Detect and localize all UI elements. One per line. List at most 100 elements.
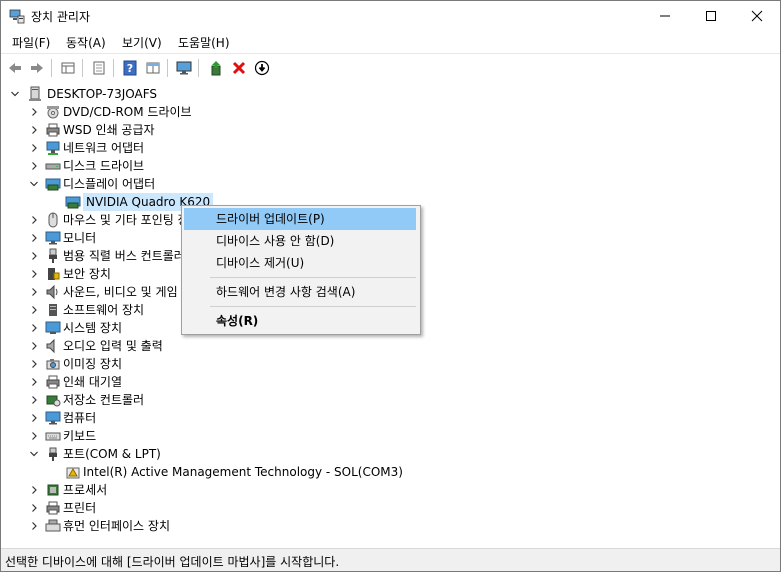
chevron-right-icon[interactable] — [28, 337, 40, 355]
help-button[interactable]: ? — [120, 58, 140, 78]
toolbar-separator — [198, 59, 199, 77]
context-menu-separator — [210, 306, 416, 307]
chevron-right-icon[interactable] — [28, 517, 40, 535]
view-button[interactable] — [143, 58, 163, 78]
context-update-driver[interactable]: 드라이버 업데이트(P) — [184, 208, 416, 230]
print-icon — [93, 61, 105, 75]
chevron-right-icon[interactable] — [28, 373, 40, 391]
tree-category-item[interactable]: 저장소 컨트롤러 — [1, 391, 780, 409]
chevron-right-icon[interactable] — [28, 301, 40, 319]
tree-category-item[interactable]: 휴먼 인터페이스 장치 — [1, 517, 780, 535]
tree-item-label: WSD 인쇄 공급자 — [63, 123, 155, 137]
close-button[interactable] — [734, 1, 780, 31]
menu-action[interactable]: 동작(A) — [64, 34, 108, 51]
tree-category-item[interactable]: 컴퓨터 — [1, 409, 780, 427]
chevron-right-icon[interactable] — [28, 121, 40, 139]
tree-item-label: 디스크 드라이브 — [63, 159, 145, 173]
tree-item-label: 시스템 장치 — [63, 321, 123, 335]
chevron-right-icon[interactable] — [28, 499, 40, 517]
tree-category-item[interactable]: WSD 인쇄 공급자 — [1, 121, 780, 139]
back-button[interactable] — [5, 58, 25, 78]
context-disable-device[interactable]: 디바이스 사용 안 함(D) — [184, 230, 416, 252]
uninstall-device-button[interactable] — [229, 58, 249, 78]
context-uninstall-device-label: 디바이스 제거(U) — [216, 256, 305, 270]
tree-category-item[interactable]: 디스크 드라이브 — [1, 157, 780, 175]
menu-file[interactable]: 파일(F) — [10, 34, 52, 51]
keyboard-icon — [45, 432, 61, 441]
chevron-right-icon[interactable] — [28, 481, 40, 499]
chevron-down-icon[interactable] — [28, 445, 40, 463]
chevron-down-icon[interactable] — [28, 175, 40, 193]
tree-item-label: 포트(COM & LPT) — [63, 447, 161, 461]
toolbar-separator — [113, 59, 114, 77]
tree-category-item[interactable]: DVD/CD-ROM 드라이브 — [1, 103, 780, 121]
tree-category-item[interactable]: 디스플레이 어댑터 — [1, 175, 780, 193]
forward-button[interactable] — [27, 58, 47, 78]
chevron-right-icon[interactable] — [28, 427, 40, 445]
display-adapter-icon — [45, 178, 61, 191]
tree-root[interactable]: DESKTOP-73JOAFS — [1, 85, 780, 103]
menu-view[interactable]: 보기(V) — [120, 34, 164, 51]
chevron-right-icon[interactable] — [28, 409, 40, 427]
chevron-right-icon[interactable] — [28, 283, 40, 301]
tree-category-item[interactable]: 프린터 — [1, 499, 780, 517]
context-update-driver-label: 드라이버 업데이트(P) — [216, 212, 325, 226]
hid-icon — [45, 519, 61, 532]
chevron-right-icon[interactable] — [28, 319, 40, 337]
update-driver-button[interactable] — [206, 58, 226, 78]
tree-item-label: 이미징 장치 — [63, 357, 123, 371]
port-icon — [49, 447, 57, 461]
toolbar: ? — [1, 53, 780, 83]
disable-device-button[interactable] — [252, 58, 272, 78]
tree-category-item[interactable]: 포트(COM & LPT) — [1, 445, 780, 463]
tree-item-label: 범용 직렬 버스 컨트롤러 — [63, 249, 185, 263]
disk-icon — [45, 163, 61, 170]
chevron-right-icon[interactable] — [28, 211, 40, 229]
audio-icon — [46, 338, 55, 354]
tree-item-label: 네트워크 어댑터 — [63, 141, 145, 155]
chevron-right-icon[interactable] — [28, 103, 40, 121]
tree-item-label: Intel(R) Active Management Technology - … — [83, 465, 403, 479]
help-icon: ? — [123, 60, 137, 76]
tree-category-item[interactable]: 네트워크 어댑터 — [1, 139, 780, 157]
tree-root-label: DESKTOP-73JOAFS — [47, 87, 158, 101]
maximize-button[interactable] — [688, 1, 734, 31]
tree-category-item[interactable]: 프로세서 — [1, 481, 780, 499]
chevron-right-icon[interactable] — [28, 265, 40, 283]
computer-icon — [29, 86, 41, 101]
context-disable-device-label: 디바이스 사용 안 함(D) — [216, 234, 335, 248]
tree-item-label: 디스플레이 어댑터 — [63, 177, 156, 191]
scan-hardware-button[interactable] — [174, 58, 194, 78]
tree-category-item[interactable]: 오디오 입력 및 출력 — [1, 337, 780, 355]
tree-category-item[interactable]: 이미징 장치 — [1, 355, 780, 373]
status-text: 선택한 디바이스에 대해 [드라이버 업데이트 마법사]를 시작합니다. — [5, 555, 340, 569]
chevron-right-icon[interactable] — [28, 157, 40, 175]
svg-text:?: ? — [127, 62, 133, 75]
chevron-right-icon[interactable] — [28, 247, 40, 265]
context-scan-hardware[interactable]: 하드웨어 변경 사항 검색(A) — [184, 281, 416, 303]
print-button[interactable] — [89, 58, 109, 78]
display-adapter-icon — [65, 196, 81, 209]
minimize-button[interactable] — [642, 1, 688, 31]
context-properties[interactable]: 속성(R) — [184, 310, 416, 332]
toolbar-separator — [167, 59, 168, 77]
printer-icon — [46, 123, 60, 137]
chevron-right-icon[interactable] — [28, 139, 40, 157]
tree-category-item[interactable]: 키보드 — [1, 427, 780, 445]
chevron-right-icon[interactable] — [28, 355, 40, 373]
disable-icon — [254, 60, 270, 76]
properties-grid-icon — [61, 62, 75, 74]
chevron-right-icon[interactable] — [28, 391, 40, 409]
menu-help[interactable]: 도움말(H) — [176, 34, 232, 51]
tree-item-label: 키보드 — [63, 429, 97, 443]
tree-item-label: 모니터 — [63, 231, 97, 245]
chevron-right-icon[interactable] — [28, 229, 40, 247]
tree-item-label: DVD/CD-ROM 드라이브 — [63, 105, 192, 119]
show-hide-console-tree-button[interactable] — [58, 58, 78, 78]
tree-category-item[interactable]: 인쇄 대기열 — [1, 373, 780, 391]
view-grid-icon — [146, 62, 160, 74]
chevron-down-icon[interactable] — [9, 85, 21, 103]
printer-icon — [46, 375, 60, 389]
tree-device-item[interactable]: Intel(R) Active Management Technology - … — [1, 463, 780, 481]
context-uninstall-device[interactable]: 디바이스 제거(U) — [184, 252, 416, 274]
